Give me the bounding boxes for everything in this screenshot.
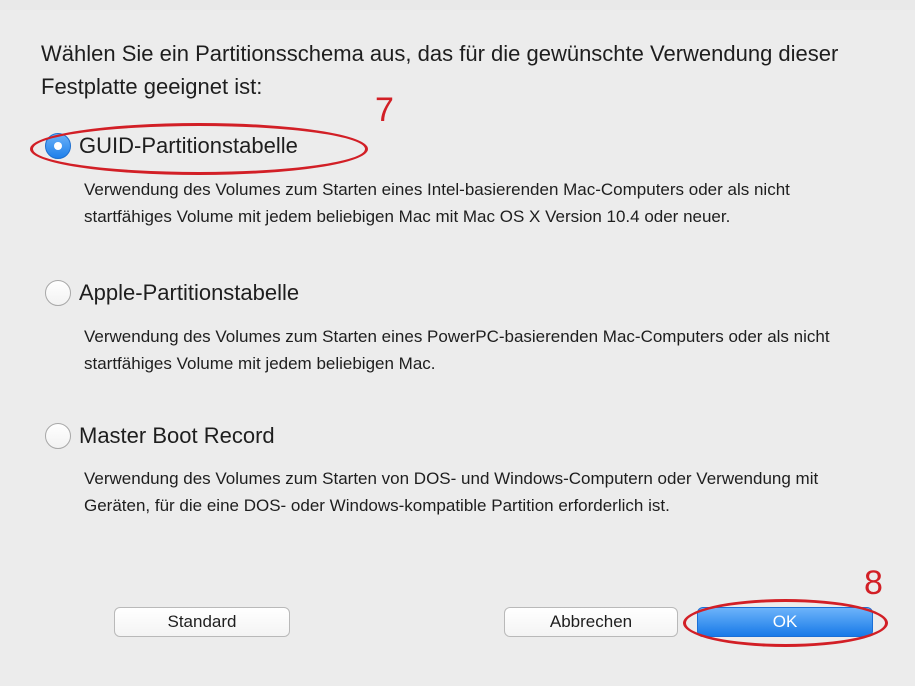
option-description-apple: Verwendung des Volumes zum Starten eines…	[84, 327, 830, 373]
annotation-step-7: 7	[375, 91, 394, 129]
radio-button-icon[interactable]	[45, 423, 71, 449]
cancel-button[interactable]: Abbrechen	[504, 607, 678, 637]
option-description-mbr: Verwendung des Volumes zum Starten von D…	[84, 469, 819, 515]
radio-option-guid[interactable]: GUID-Partitionstabelle	[45, 133, 298, 159]
radio-button-icon[interactable]	[45, 280, 71, 306]
dialog-prompt: Wählen Sie ein Partitionsschema aus, das…	[41, 41, 839, 99]
option-label-apple[interactable]: Apple-Partitionstabelle	[79, 280, 299, 306]
radio-button-selected-icon[interactable]	[45, 133, 71, 159]
radio-option-mbr[interactable]: Master Boot Record	[45, 423, 275, 449]
option-label-guid[interactable]: GUID-Partitionstabelle	[79, 133, 298, 159]
ok-button[interactable]: OK	[697, 607, 873, 637]
radio-option-apple[interactable]: Apple-Partitionstabelle	[45, 280, 299, 306]
partition-scheme-sheet: Wählen Sie ein Partitionsschema aus, das…	[0, 10, 915, 686]
standard-button[interactable]: Standard	[114, 607, 290, 637]
option-description-guid: Verwendung des Volumes zum Starten eines…	[84, 180, 790, 226]
option-label-mbr[interactable]: Master Boot Record	[79, 423, 275, 449]
annotation-step-8: 8	[864, 564, 883, 602]
